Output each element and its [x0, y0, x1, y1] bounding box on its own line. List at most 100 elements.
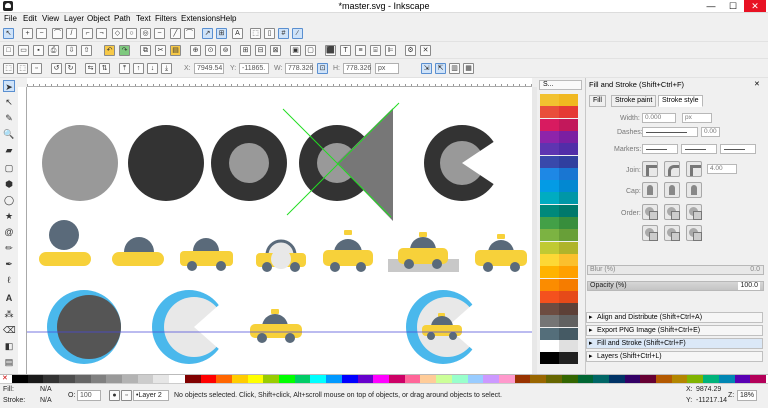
width-input[interactable]: 0.000 — [642, 113, 676, 123]
palette-swatch[interactable] — [279, 375, 296, 383]
palette-swatch[interactable] — [404, 375, 421, 383]
insert-node-icon[interactable]: + — [22, 28, 33, 39]
palette-swatch[interactable] — [624, 375, 641, 383]
swatch-cell[interactable] — [540, 155, 559, 168]
menu-file[interactable]: File — [4, 14, 17, 23]
blue-ring-1-inner[interactable] — [57, 295, 121, 359]
palette-swatch[interactable] — [687, 375, 704, 383]
flip-vertical-icon[interactable]: ⇅ — [99, 63, 110, 74]
palette-swatch[interactable] — [43, 375, 60, 383]
palette-swatch[interactable] — [451, 375, 469, 383]
zoom-selection-icon[interactable]: ⊕ — [190, 45, 201, 56]
line-segment-icon[interactable]: ╱ — [170, 28, 181, 39]
curve-segment-icon[interactable]: ⌒ — [184, 28, 195, 39]
maximize-button[interactable]: ☐ — [722, 0, 744, 12]
swatch-cell[interactable] — [540, 204, 559, 217]
width-unit-select[interactable]: px — [682, 113, 712, 123]
palette-swatch[interactable] — [169, 375, 186, 383]
break-path-icon[interactable]: / — [66, 28, 77, 39]
cusp-node-icon[interactable]: ◇ — [112, 28, 123, 39]
taxi-step-3-dome[interactable] — [193, 238, 219, 251]
spiral-tool-icon[interactable]: @ — [3, 226, 15, 238]
gradient-tool-icon[interactable]: ▤ — [3, 356, 15, 368]
lower-bottom-icon[interactable]: ⤓ — [161, 63, 172, 74]
edit-clip-icon[interactable]: ▯ — [264, 28, 275, 39]
order-markers-fill-stroke[interactable] — [642, 225, 658, 241]
selector-tool-icon[interactable]: ➤ — [3, 80, 15, 92]
taxi-step-1-head[interactable] — [49, 220, 79, 250]
scale-corners-icon[interactable]: ⇱ — [435, 63, 446, 74]
round-cap-button[interactable] — [664, 182, 680, 198]
zoom-input[interactable]: 18% — [737, 390, 757, 401]
tab-stroke-paint[interactable]: Stroke paint — [611, 95, 657, 107]
open-file-icon[interactable]: ▭ — [18, 45, 29, 56]
palette-swatch[interactable] — [498, 375, 516, 383]
swatches-tab[interactable]: S... — [539, 80, 582, 90]
text-to-path-icon[interactable]: A — [232, 28, 243, 39]
swatch-cell[interactable] — [540, 241, 559, 254]
snap-guide-icon[interactable]: ∕ — [292, 28, 303, 39]
tab-fill[interactable]: Fill — [589, 95, 606, 107]
palette-swatch[interactable] — [231, 375, 249, 383]
palette-swatch[interactable] — [326, 375, 343, 383]
palette-swatch[interactable] — [703, 375, 720, 383]
measure-tool-icon[interactable]: ▰ — [3, 144, 15, 156]
delete-node-icon[interactable]: − — [36, 28, 47, 39]
palette-swatch[interactable] — [420, 375, 437, 383]
node-tool-icon[interactable]: ↖ — [3, 28, 14, 39]
swatch-cell[interactable] — [540, 94, 559, 106]
raise-icon[interactable]: ↑ — [133, 63, 144, 74]
palette-swatch[interactable] — [263, 375, 280, 383]
taxi-step-7-body[interactable] — [475, 250, 527, 266]
menu-extensions[interactable]: Extensions — [181, 14, 220, 23]
move-gradients-icon[interactable]: ▥ — [449, 63, 460, 74]
palette-swatch[interactable] — [27, 375, 44, 383]
swatch-cell[interactable] — [559, 155, 578, 168]
order-stroke-markers-fill[interactable] — [664, 225, 680, 241]
transform-handles-icon[interactable]: ⬚ — [250, 28, 261, 39]
swatch-cell[interactable] — [540, 180, 559, 193]
node-editor-tool-icon[interactable]: ↖ — [3, 96, 15, 108]
select-all-layers-icon[interactable]: ⬚ — [17, 63, 28, 74]
grey-circle[interactable] — [42, 125, 118, 201]
dark-ring-inner[interactable] — [229, 143, 269, 183]
lock-ratio-icon[interactable]: ⊡ — [317, 63, 328, 74]
palette-swatch[interactable] — [90, 375, 107, 383]
w-input[interactable]: 778.326 — [285, 63, 313, 74]
ungroup-icon[interactable]: ▢ — [305, 45, 316, 56]
palette-swatch[interactable] — [74, 375, 92, 383]
print-icon[interactable]: ⎙ — [48, 45, 59, 56]
layer-visibility-icon[interactable]: ● — [109, 390, 120, 401]
swatch-cell[interactable] — [559, 180, 578, 193]
group-icon[interactable]: ▣ — [290, 45, 301, 56]
round-join-button[interactable] — [664, 161, 680, 177]
palette-swatch[interactable] — [341, 375, 359, 383]
palette-swatch[interactable] — [153, 375, 170, 383]
rotate-cw-icon[interactable]: ↻ — [65, 63, 76, 74]
x-input[interactable]: 7949.54 — [194, 63, 224, 74]
palette-swatch[interactable] — [608, 375, 626, 383]
swatch-cell[interactable] — [540, 266, 559, 279]
ellipse-tool-icon[interactable]: ◯ — [3, 194, 15, 206]
swatch-cell[interactable] — [559, 327, 578, 340]
swatch-cell[interactable] — [540, 278, 559, 291]
no-paint-icon[interactable]: ✕ — [2, 375, 10, 383]
blur-slider[interactable]: Blur (%) 0.0 — [587, 265, 764, 275]
swatch-cell[interactable] — [540, 130, 559, 143]
swatch-cell[interactable] — [540, 253, 559, 266]
swatch-cell[interactable] — [559, 340, 578, 352]
document-properties-icon[interactable]: ✕ — [420, 45, 431, 56]
square-cap-button[interactable] — [686, 182, 702, 198]
palette-swatch[interactable] — [593, 375, 610, 383]
swatch-cell[interactable] — [540, 167, 559, 180]
layers-icon[interactable]: ≡ — [355, 45, 366, 56]
spray-tool-icon[interactable]: ⁂ — [3, 308, 15, 320]
palette-swatch[interactable] — [59, 375, 76, 383]
swatch-cell[interactable] — [559, 266, 578, 279]
layer-lock-icon[interactable]: ▫ — [121, 390, 132, 401]
deselect-icon[interactable]: ▫ — [31, 63, 42, 74]
rectangle-tool-icon[interactable]: ▢ — [3, 162, 15, 174]
dark-circle[interactable] — [128, 125, 204, 201]
taxi-step-2-dome[interactable] — [124, 237, 154, 252]
swatch-cell[interactable] — [559, 290, 578, 303]
